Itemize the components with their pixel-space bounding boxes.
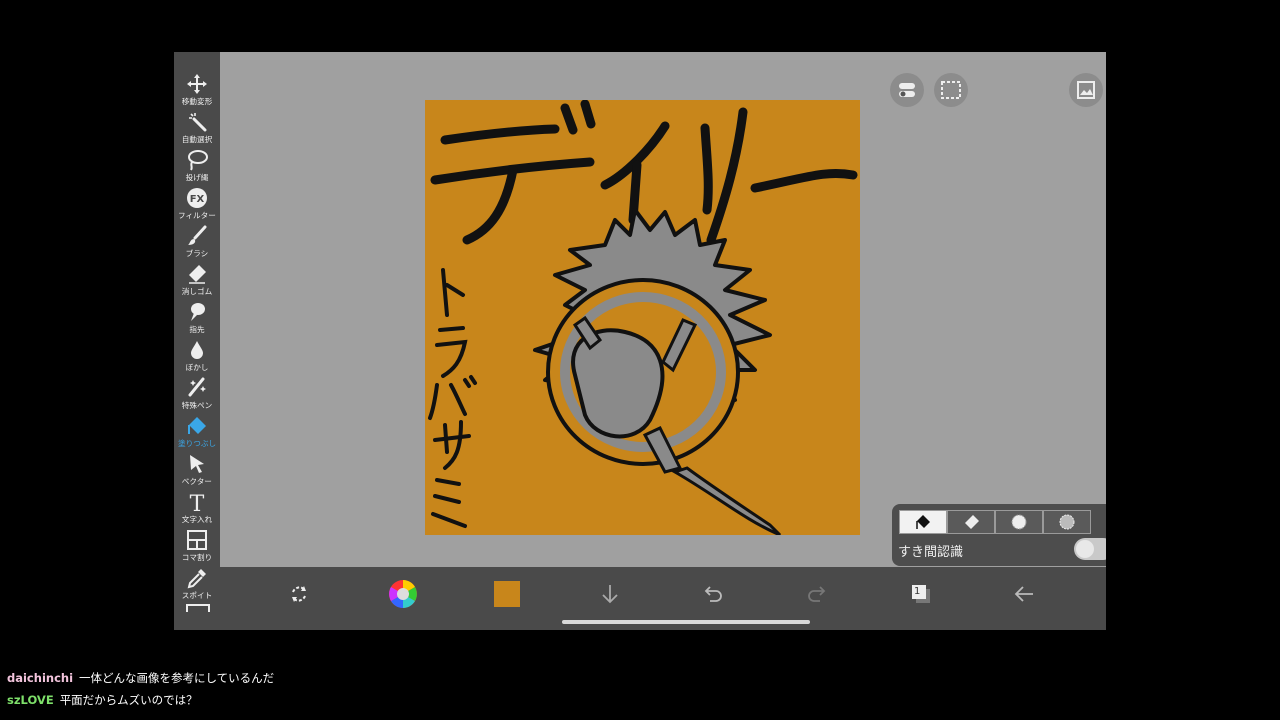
layers-icon	[912, 585, 930, 603]
svg-text:FX: FX	[190, 194, 205, 205]
panel-icon	[187, 530, 207, 550]
tool-blur[interactable]: ぼかし	[174, 338, 220, 376]
chat-message: daichinchi 一体どんな画像を参考にしているんだ	[7, 667, 707, 689]
dashed-rect-icon	[941, 81, 961, 99]
more-tools-hint[interactable]	[186, 604, 210, 612]
down-arrow-icon	[602, 585, 618, 604]
tool-brush[interactable]: ブラシ	[174, 224, 220, 262]
chat-text: 一体どんな画像を参考にしているんだ	[79, 671, 275, 685]
drawing-app: 移動変形 自動選択 投げ縄 FX フィルター ブラシ 消しゴム 指先 ぼかし 特…	[174, 52, 1106, 630]
chat-username: daichinchi	[7, 671, 74, 685]
tool-label: 消しゴム	[181, 287, 213, 296]
transform-icon	[292, 586, 306, 602]
redo-button[interactable]	[800, 577, 834, 611]
tool-text[interactable]: T 文字入れ	[174, 490, 220, 528]
current-color-swatch	[494, 581, 520, 607]
chat-message: szLOVE 平面だからムズいのでは？	[7, 689, 707, 711]
material-button[interactable]	[1069, 73, 1103, 107]
tool-fill[interactable]: 塗りつぶし	[174, 414, 220, 452]
selection-button[interactable]	[934, 73, 968, 107]
current-color-button[interactable]	[490, 577, 524, 611]
pattern-icon	[1059, 514, 1075, 530]
tool-special-pen[interactable]: 特殊ペン	[174, 376, 220, 414]
back-button[interactable]	[1007, 577, 1041, 611]
gap-detection-toggle[interactable]	[1074, 538, 1106, 560]
bottom-toolbar: 1	[220, 567, 1106, 630]
home-indicator	[562, 620, 810, 624]
transform-button[interactable]	[282, 577, 316, 611]
color-wheel-icon	[389, 580, 417, 608]
tool-label: 投げ縄	[185, 173, 209, 182]
tool-label: 塗りつぶし	[177, 439, 217, 448]
fill-mode-erase[interactable]	[947, 510, 995, 534]
tool-label: ぼかし	[185, 363, 209, 372]
redo-icon	[808, 586, 826, 602]
tool-lasso[interactable]: 投げ縄	[174, 148, 220, 186]
circle-icon	[1011, 514, 1027, 530]
text-icon: T	[190, 492, 205, 514]
tool-auto-select[interactable]: 自動選択	[174, 110, 220, 148]
tool-move-transform[interactable]: 移動変形	[174, 72, 220, 110]
drawing-canvas[interactable]	[425, 99, 860, 537]
move-icon	[187, 74, 207, 94]
tool-label: ベクター	[181, 477, 213, 486]
eraser-icon	[189, 265, 206, 284]
fill-options-panel: すき間認識	[892, 504, 1106, 566]
tool-label: コマ割り	[181, 553, 213, 562]
color-wheel-button[interactable]	[386, 577, 420, 611]
tool-vector[interactable]: ベクター	[174, 452, 220, 490]
undo-button[interactable]	[696, 577, 730, 611]
stream-chat: daichinchi 一体どんな画像を参考にしているんだ szLOVE 平面だか…	[7, 667, 707, 711]
tool-label: 特殊ペン	[181, 401, 213, 410]
tool-eraser[interactable]: 消しゴム	[174, 262, 220, 300]
tool-label: ブラシ	[185, 249, 209, 258]
eyedropper-icon	[187, 569, 206, 589]
download-button[interactable]	[593, 577, 627, 611]
layer-count: 1	[914, 586, 921, 597]
magic-wand-icon	[189, 113, 207, 132]
image-icon	[1077, 81, 1095, 99]
bucket-icon	[188, 417, 206, 434]
toggle-button[interactable]	[890, 73, 924, 107]
chat-username: szLOVE	[7, 693, 54, 707]
back-arrow-icon	[1014, 586, 1033, 602]
svg-text:T: T	[190, 492, 205, 514]
tool-label: スポイト	[181, 591, 213, 600]
canvas-area[interactable]: すき間認識	[220, 52, 1106, 567]
lasso-icon	[188, 150, 208, 171]
tool-finger[interactable]: 指先	[174, 300, 220, 338]
tool-label: 移動変形	[181, 97, 213, 106]
fill-icon	[916, 515, 930, 529]
fill-mode-normal[interactable]	[899, 510, 947, 534]
fill-mode-circle[interactable]	[995, 510, 1043, 534]
finger-icon	[191, 303, 205, 321]
tool-eyedropper[interactable]: スポイト	[174, 566, 220, 604]
cursor-icon	[190, 455, 204, 473]
artwork	[428, 99, 858, 537]
tool-filter[interactable]: FX フィルター	[174, 186, 220, 224]
layers-button[interactable]: 1	[904, 577, 938, 611]
fill-mode-pattern[interactable]	[1043, 510, 1091, 534]
tool-frame-divider[interactable]: コマ割り	[174, 528, 220, 566]
gap-detection-label: すき間認識	[898, 545, 964, 560]
chat-text: 平面だからムズいのでは？	[59, 693, 198, 707]
drop-icon	[191, 341, 203, 359]
undo-icon	[704, 586, 722, 602]
toggle-icon	[899, 83, 915, 97]
tool-label: 指先	[189, 325, 205, 334]
special-pen-icon	[188, 377, 206, 397]
tool-label: 文字入れ	[181, 515, 213, 524]
fx-icon: FX	[187, 188, 207, 208]
tool-label: 自動選択	[181, 135, 213, 144]
tool-label: フィルター	[178, 211, 216, 220]
brush-icon	[188, 225, 207, 245]
tool-palette: 移動変形 自動選択 投げ縄 FX フィルター ブラシ 消しゴム 指先 ぼかし 特…	[174, 52, 220, 630]
eraser-icon	[965, 515, 979, 529]
